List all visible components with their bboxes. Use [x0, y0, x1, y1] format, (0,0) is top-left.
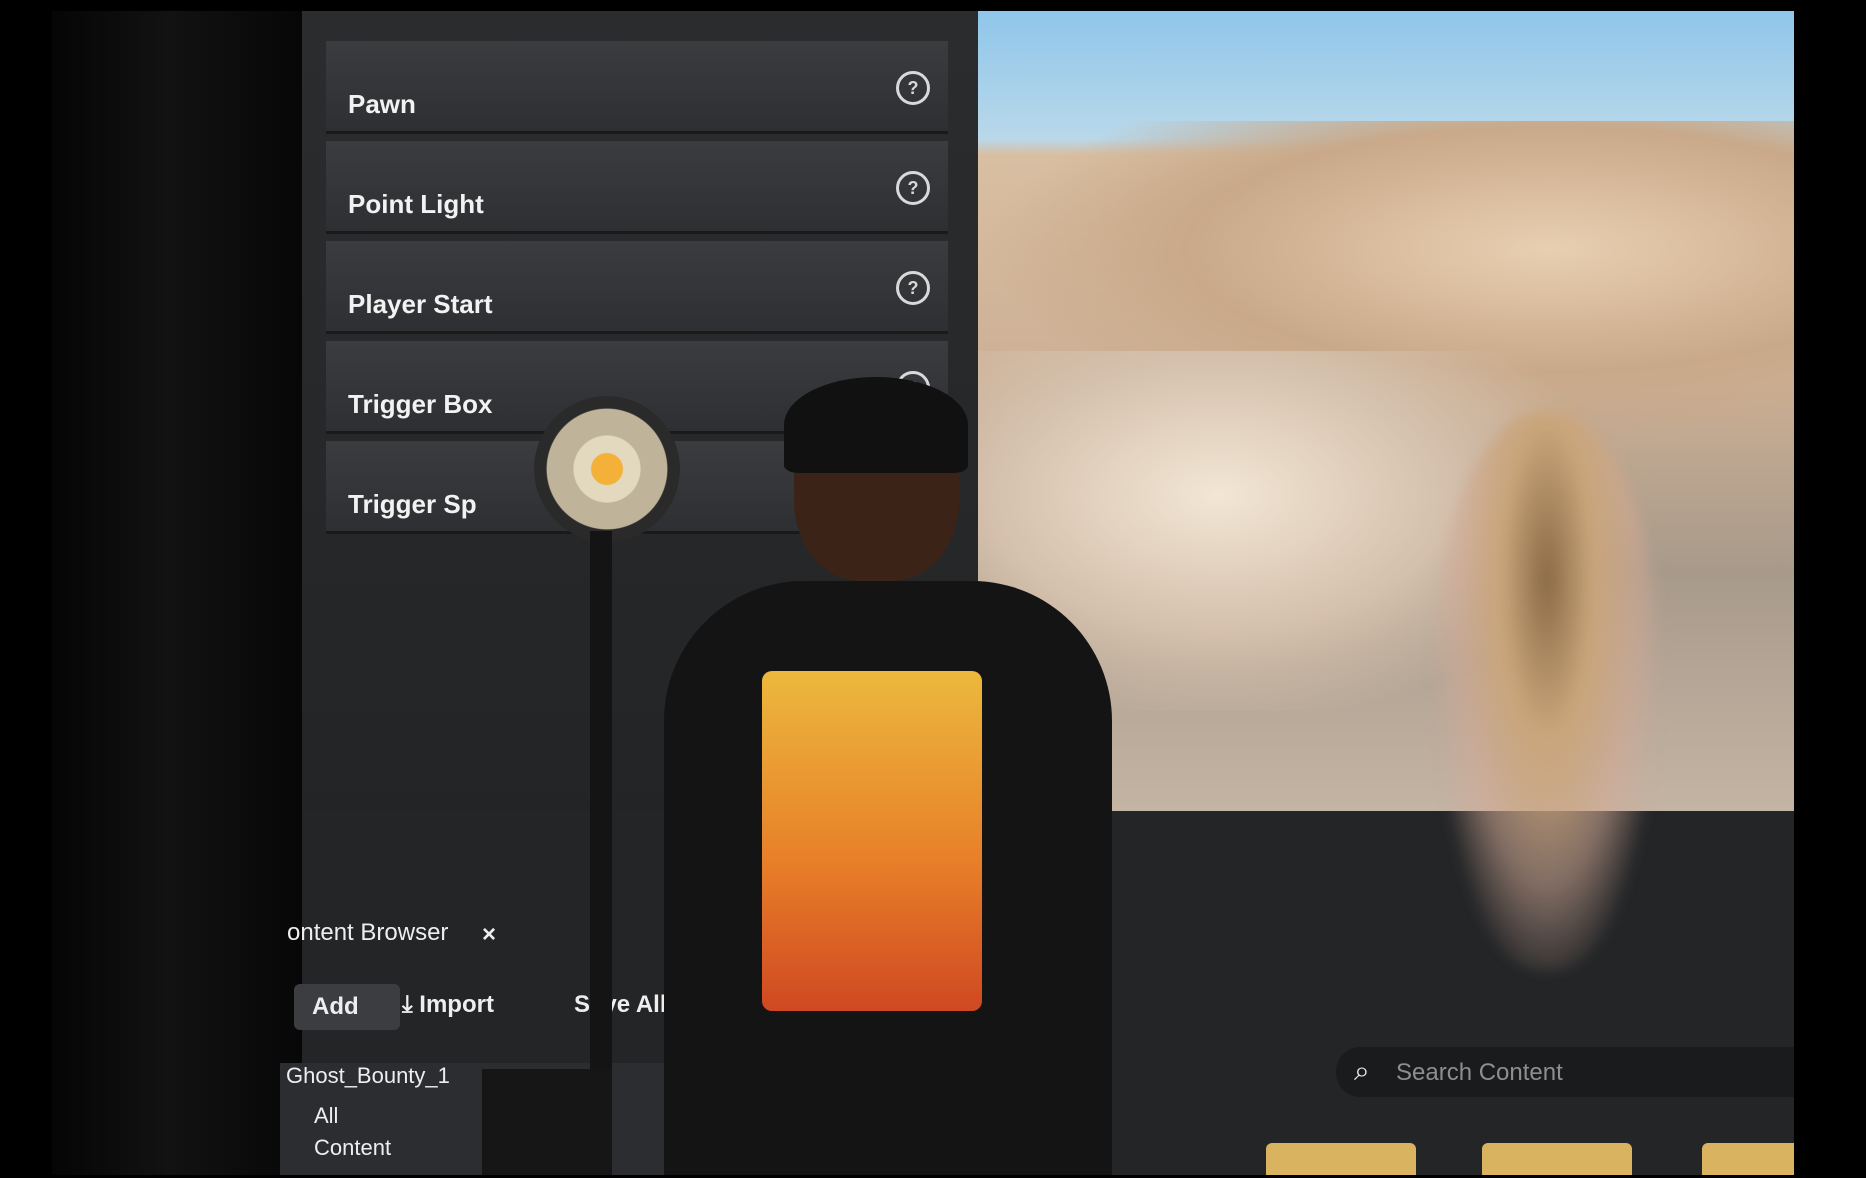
add-button[interactable]: Add [294, 984, 400, 1030]
list-item-player-start[interactable]: Player Start ? [326, 241, 948, 334]
question-circle-icon[interactable]: ? [896, 71, 930, 105]
search-icon: ⌕ [1354, 1055, 1370, 1086]
photo-frame: Pawn ? Point Light ? Player Start ? Trig… [52, 11, 1794, 1175]
list-item-label: Trigger Sp [348, 489, 477, 519]
list-item-label: Trigger Box [348, 389, 493, 419]
folder-icon[interactable] [1482, 1143, 1632, 1175]
save-all-label: Save All [574, 991, 667, 1018]
import-icon: ⤓ [402, 991, 413, 1018]
folder-icon[interactable] [1702, 1143, 1794, 1175]
studio-lamp [534, 396, 680, 542]
list-item-pawn[interactable]: Pawn ? [326, 41, 948, 134]
question-circle-icon[interactable]: ? [896, 171, 930, 205]
blurred-figure [1432, 411, 1662, 971]
import-button[interactable]: ⤓ Import [402, 991, 494, 1019]
cap [784, 377, 968, 473]
tree-item-content[interactable]: Content [314, 1135, 391, 1161]
tab-content-browser[interactable]: ontent Browser [287, 919, 448, 947]
question-circle-icon[interactable]: ? [896, 271, 930, 305]
person [664, 377, 1112, 1175]
save-all-button[interactable]: Save All [574, 991, 667, 1019]
tree-root[interactable]: Ghost_Bounty_1 [286, 1063, 450, 1089]
close-icon[interactable]: × [482, 921, 496, 949]
list-item-label: Player Start [348, 289, 493, 319]
list-item-label: Point Light [348, 189, 484, 219]
search-input[interactable]: ⌕ Search Content [1336, 1047, 1794, 1097]
light-fixture [482, 1069, 612, 1175]
folder-icon[interactable] [1266, 1143, 1416, 1175]
add-label: Add [312, 993, 359, 1020]
curtain [52, 11, 312, 1175]
search-placeholder: Search Content [1396, 1059, 1563, 1086]
import-label: Import [419, 991, 494, 1018]
shirt-graphic [762, 671, 982, 1011]
list-item-label: Pawn [348, 89, 416, 119]
tree-item-all[interactable]: All [314, 1103, 338, 1129]
list-item-point-light[interactable]: Point Light ? [326, 141, 948, 234]
